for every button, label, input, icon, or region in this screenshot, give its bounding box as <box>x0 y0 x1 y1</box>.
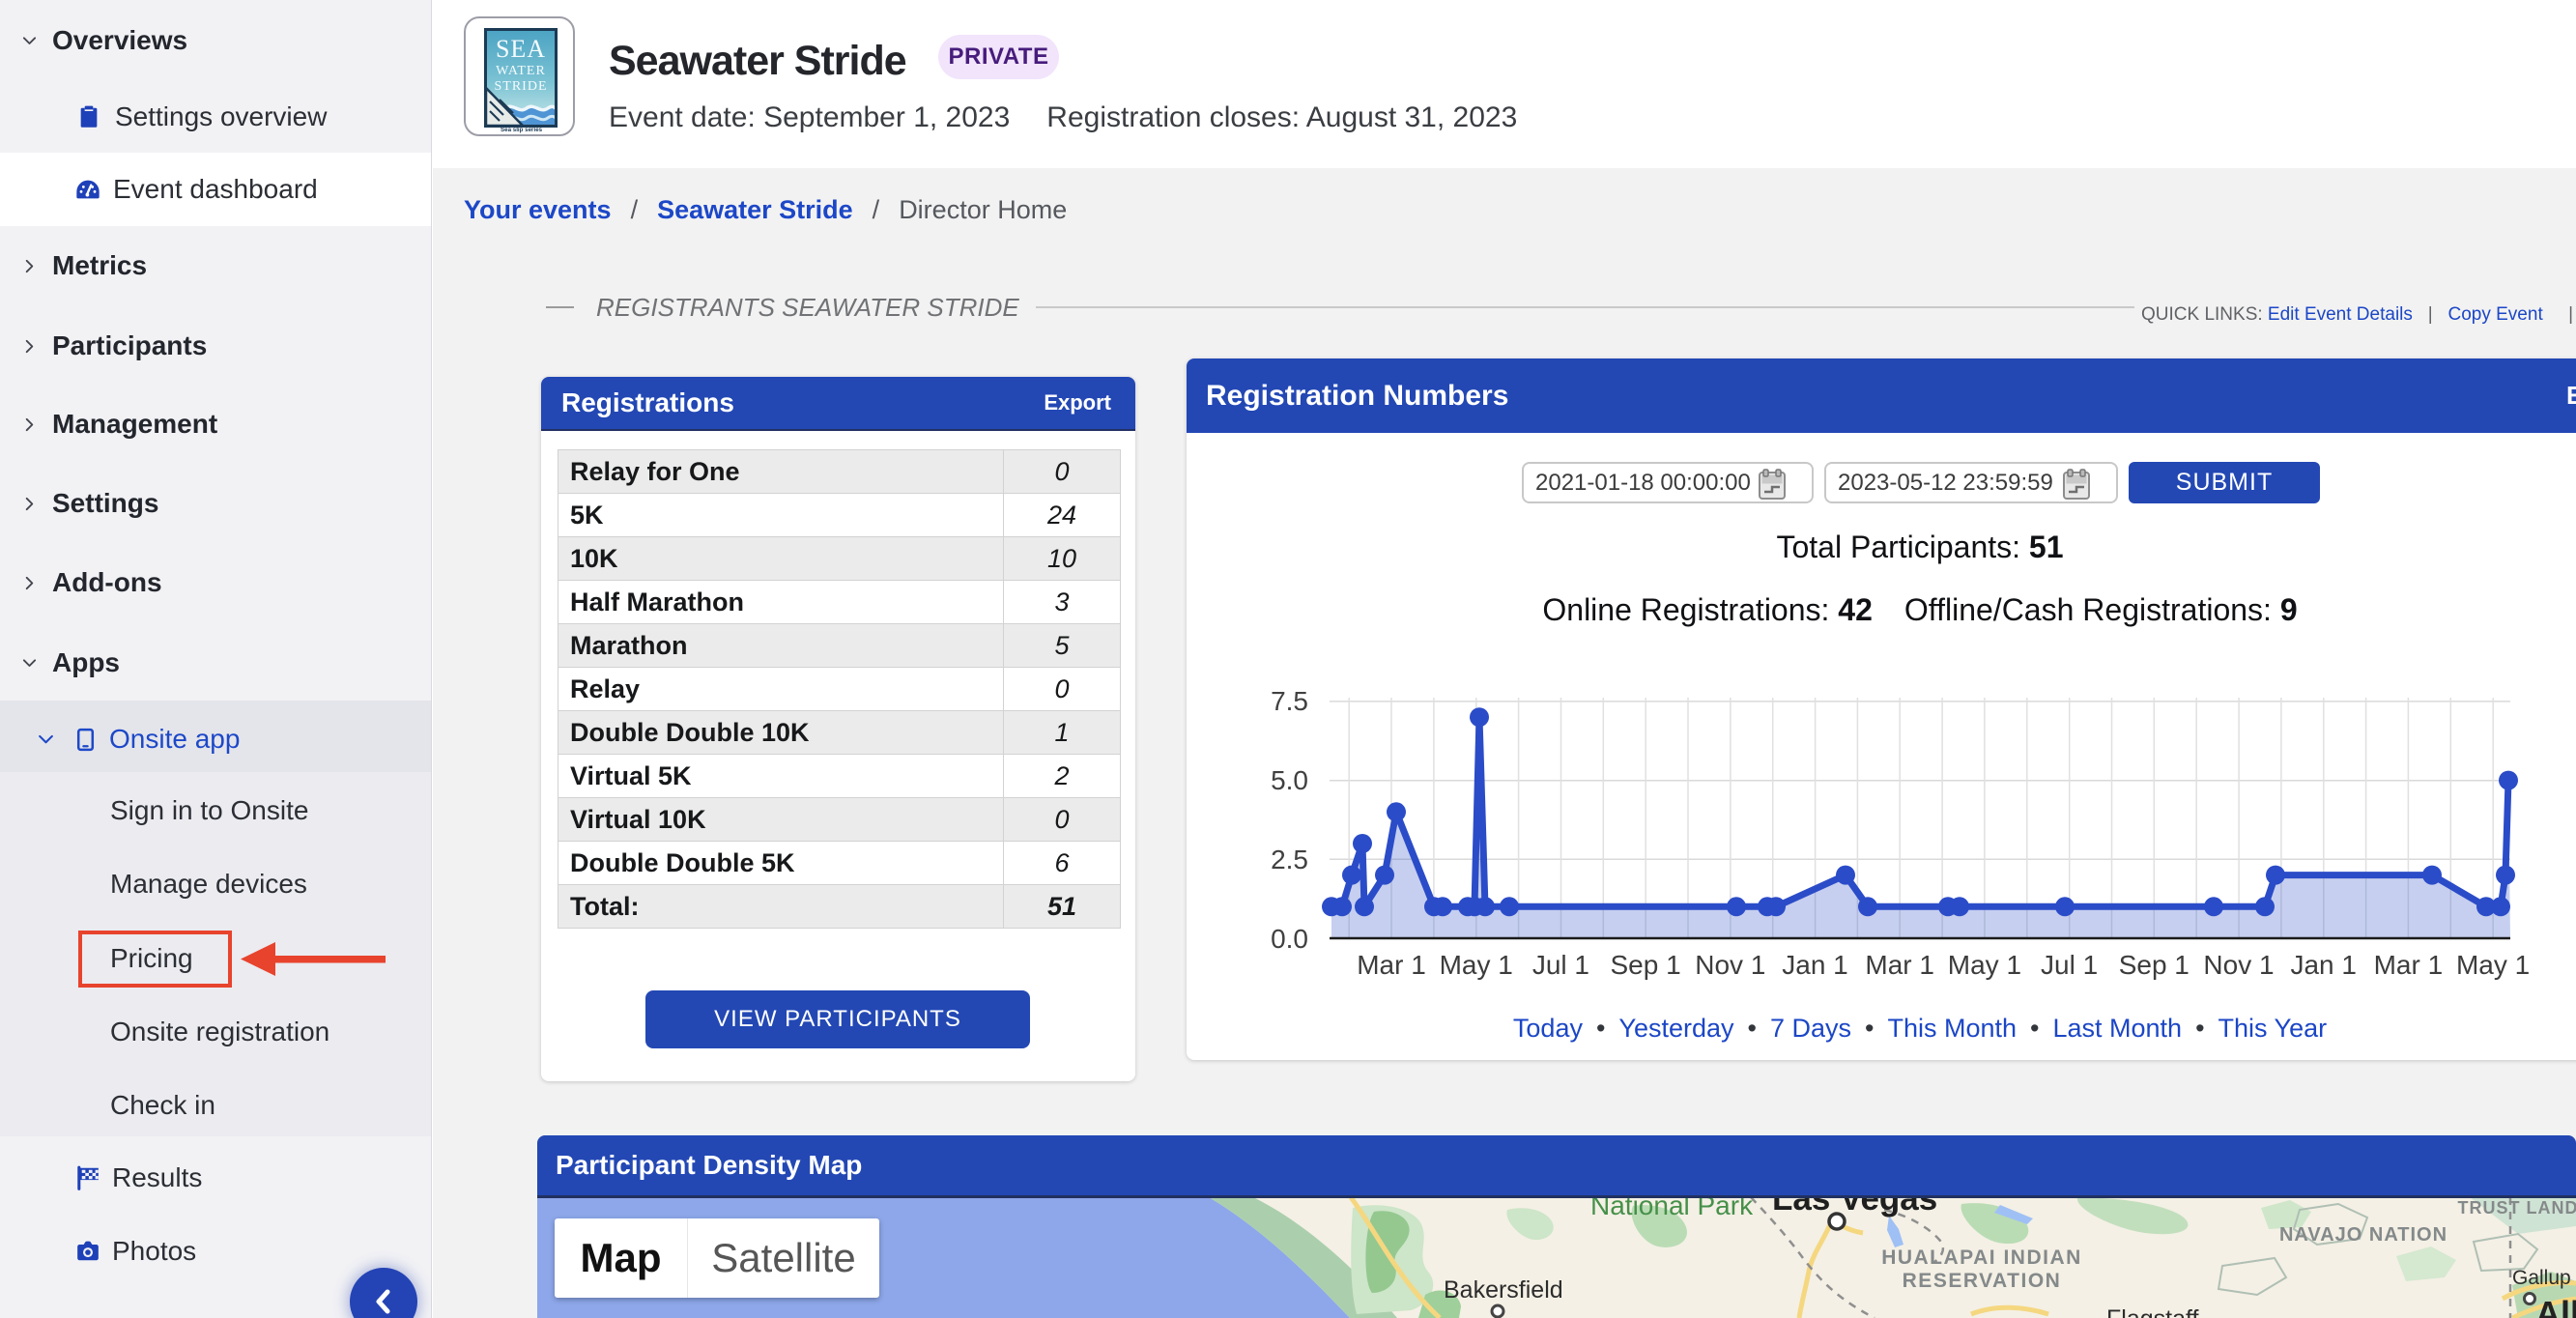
svg-text:May 1: May 1 <box>1440 950 1513 980</box>
svg-text:2.5: 2.5 <box>1271 845 1308 874</box>
svg-text:Bakersfield: Bakersfield <box>1444 1276 1563 1304</box>
svg-text:Sep 1: Sep 1 <box>2119 950 2190 980</box>
svg-text:Jul 1: Jul 1 <box>2041 950 2098 980</box>
svg-text:HUALAPAI INDIAN: HUALAPAI INDIAN <box>1881 1246 2082 1269</box>
svg-text:Nov 1: Nov 1 <box>2203 950 2274 980</box>
svg-text:TRUST LAND: TRUST LAND <box>2458 1198 2576 1218</box>
svg-text:National Park: National Park <box>1590 1198 1754 1220</box>
svg-text:WATER: WATER <box>496 64 546 78</box>
svg-text:SEA: SEA <box>496 35 546 63</box>
svg-text:Flagstaff: Flagstaff <box>2106 1305 2198 1318</box>
svg-text:Sep 1: Sep 1 <box>1611 950 1681 980</box>
svg-text:May 1: May 1 <box>2456 950 2530 980</box>
svg-text:5.0: 5.0 <box>1271 765 1308 795</box>
svg-text:Mar 1: Mar 1 <box>2374 950 2444 980</box>
svg-text:Jan 1: Jan 1 <box>1782 950 1848 980</box>
svg-text:NAVAJO NATION: NAVAJO NATION <box>2279 1224 2447 1246</box>
svg-text:STRIDE: STRIDE <box>495 79 548 94</box>
svg-text:Las Vegas: Las Vegas <box>1772 1198 1937 1218</box>
svg-text:Jan 1: Jan 1 <box>2290 950 2357 980</box>
svg-text:Mar 1: Mar 1 <box>1357 950 1426 980</box>
svg-text:Mar 1: Mar 1 <box>1865 950 1934 980</box>
svg-text:Nov 1: Nov 1 <box>1695 950 1765 980</box>
svg-text:Jul 1: Jul 1 <box>1532 950 1589 980</box>
svg-text:Albu: Albu <box>2535 1294 2576 1318</box>
svg-text:RESERVATION: RESERVATION <box>1903 1270 2062 1292</box>
svg-text:Gallup: Gallup <box>2512 1267 2571 1289</box>
svg-text:May 1: May 1 <box>1948 950 2021 980</box>
svg-text:7.5: 7.5 <box>1271 686 1308 716</box>
svg-text:0.0: 0.0 <box>1271 924 1308 954</box>
